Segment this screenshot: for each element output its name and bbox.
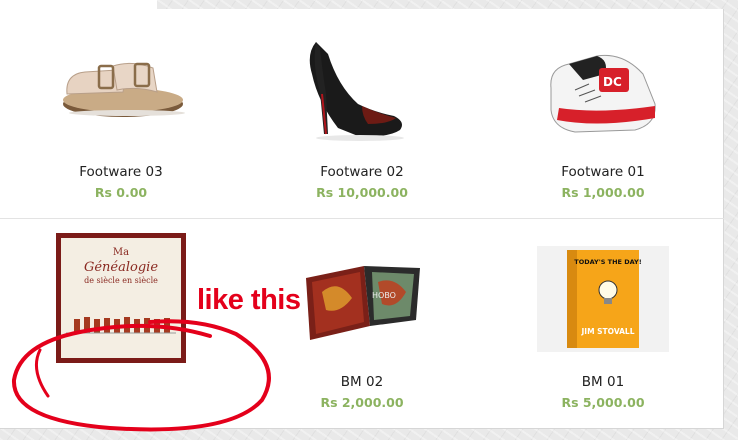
- row-divider: [0, 218, 724, 219]
- cover-title-line1: Ma: [113, 247, 129, 258]
- sandal-image[interactable]: [57, 34, 185, 142]
- todays-the-day-book-image[interactable]: TODAY'S THE DAY! JIM STOVALL: [537, 246, 669, 352]
- product-price: Rs 1,000.00: [561, 185, 645, 200]
- annotation-text: like this: [197, 284, 301, 316]
- product-price: Rs 2,000.00: [320, 395, 404, 410]
- cover-text: HOBO: [372, 291, 396, 300]
- genealogy-book-image[interactable]: Ma Généalogie de siècle en siècle: [56, 233, 186, 363]
- product-name[interactable]: BM 02: [262, 374, 462, 390]
- sneaker-image[interactable]: DC: [539, 34, 667, 142]
- art-book-image[interactable]: HOBO: [298, 248, 426, 348]
- product-name[interactable]: Footware 01: [503, 164, 703, 180]
- cover-title: TODAY'S THE DAY!: [574, 258, 641, 266]
- product-name[interactable]: BM 01: [503, 374, 703, 390]
- product-price: Rs 0.00: [94, 185, 148, 200]
- cover-title-line2: Généalogie: [84, 260, 158, 275]
- cover-author: JIM STOVALL: [580, 327, 634, 336]
- product-name[interactable]: Footware 02: [262, 164, 462, 180]
- product-name[interactable]: Footware 03: [21, 164, 221, 180]
- cover-title-line3: de siècle en siècle: [84, 276, 158, 285]
- product-price: Rs 5,000.00: [561, 395, 645, 410]
- svg-text:DC: DC: [603, 75, 622, 89]
- top-strip: [0, 0, 157, 9]
- high-heel-image[interactable]: [298, 34, 426, 142]
- product-price: Rs 10,000.00: [316, 185, 408, 200]
